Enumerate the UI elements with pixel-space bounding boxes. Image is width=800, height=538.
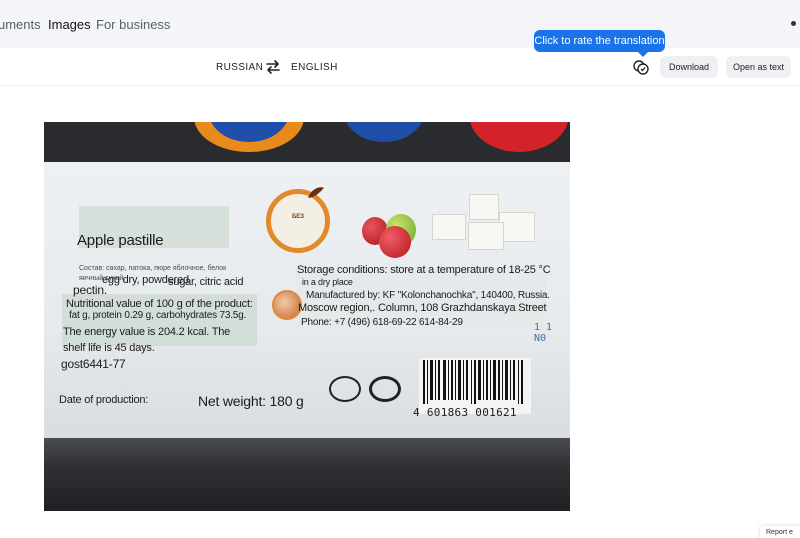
rate-translation-tooltip: Click to rate the translation bbox=[534, 30, 665, 57]
swap-arrows-icon[interactable] bbox=[265, 59, 281, 75]
ingredients-line-3: pectin. bbox=[73, 283, 107, 297]
apple-red-icon-2 bbox=[379, 226, 411, 258]
rate-translation-icon bbox=[633, 60, 649, 75]
open-as-text-label: Open as text bbox=[732, 62, 785, 72]
nutrition-line-1: Nutritional value of 100 g of the produc… bbox=[66, 298, 253, 310]
open-as-text-button[interactable]: Open as text bbox=[726, 56, 791, 78]
download-label: Download bbox=[668, 62, 710, 72]
tab-documents[interactable]: uments bbox=[0, 17, 41, 32]
storage-conditions-2: in a dry place bbox=[302, 277, 353, 287]
shelf-life: shelf life is 45 days. bbox=[63, 342, 155, 354]
ingredients-line-2: sugar, citric acid bbox=[168, 276, 244, 288]
date-of-production: Date of production: bbox=[59, 394, 149, 406]
cup-blue-2 bbox=[344, 122, 424, 142]
barcode-number: 4 601863 001621 bbox=[413, 406, 517, 419]
pastille-cube bbox=[468, 222, 504, 250]
manufacturer-line-1: Manufactured by: KF "Kolonchanochka", 14… bbox=[306, 290, 550, 301]
report-error-button[interactable]: Report e bbox=[760, 526, 800, 538]
tooltip-text: Click to rate the translation bbox=[534, 35, 665, 47]
pct-certification-icon bbox=[329, 376, 361, 402]
storage-conditions: Storage conditions: store at a temperatu… bbox=[297, 264, 551, 276]
manufacturer-line-2: Moscow region,. Column, 108 Grazhdanskay… bbox=[298, 302, 547, 314]
service-nav: uments Images For business bbox=[0, 0, 800, 48]
gost-code: gost6441-77 bbox=[61, 357, 126, 371]
net-weight: Net weight: 180 g bbox=[198, 393, 304, 409]
rst-certification-icon bbox=[369, 376, 401, 402]
nutrition-line-2: fat g, protein 0.29 g, carbohydrates 73.… bbox=[69, 310, 247, 321]
download-button[interactable]: Download bbox=[660, 56, 718, 78]
energy-value: The energy value is 204.2 kcal. The bbox=[63, 326, 231, 338]
leaf-icon bbox=[308, 187, 324, 198]
phone-number: Phone: +7 (496) 618-69-22 614-84-29 bbox=[301, 317, 463, 328]
product-name: Apple pastille bbox=[77, 232, 164, 249]
menu-dot-icon[interactable] bbox=[791, 21, 796, 26]
target-language-button[interactable]: ENGLISH bbox=[291, 62, 338, 73]
translation-toolbar: RUSSIAN ENGLISH Download Open as text bbox=[0, 48, 800, 86]
tab-images[interactable]: Images bbox=[48, 17, 91, 32]
tab-for-business[interactable]: For business bbox=[96, 17, 170, 32]
seal-text: БЕЗ bbox=[291, 214, 305, 220]
pastille-cube bbox=[432, 214, 466, 240]
box-edge bbox=[44, 438, 570, 511]
rate-translation-button[interactable] bbox=[630, 56, 652, 78]
source-language-button[interactable]: RUSSIAN bbox=[216, 62, 263, 73]
pastille-cube bbox=[499, 212, 535, 242]
side-number: 1 1 N0 bbox=[534, 322, 553, 344]
cup-red bbox=[469, 122, 569, 152]
translated-image: Apple pastille Состав: сахар, патока, пю… bbox=[44, 122, 570, 511]
pastille-cube bbox=[469, 194, 499, 220]
